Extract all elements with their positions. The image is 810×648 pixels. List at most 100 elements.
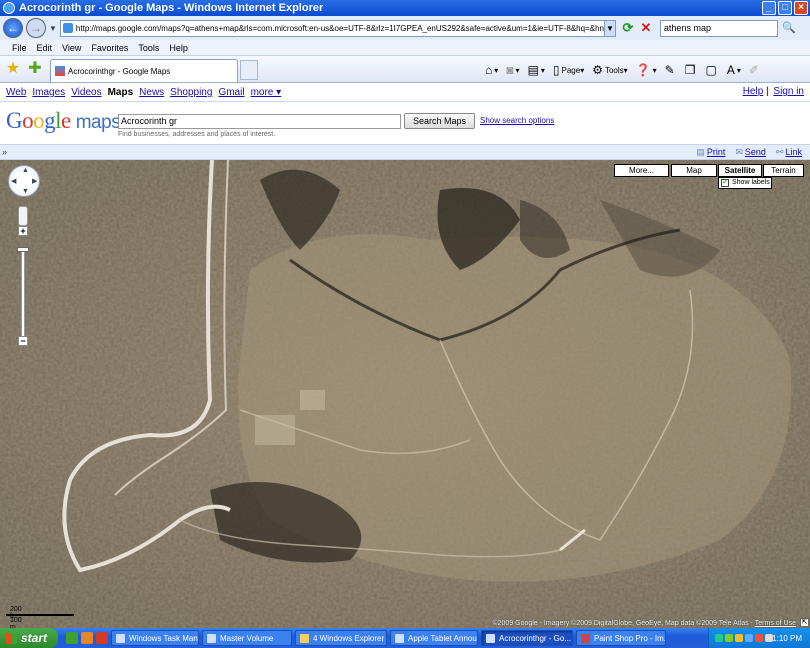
maps-search-input[interactable]: Acrocorinth gr (118, 114, 401, 129)
tab-google-maps[interactable]: Acrocorinthgr - Google Maps (50, 59, 238, 82)
print-button[interactable]: ▤ ▾ (526, 61, 547, 79)
tray-icon-1[interactable] (715, 634, 723, 642)
search-icon[interactable]: 🔍 (781, 20, 797, 36)
tray-icon-5[interactable] (755, 634, 763, 642)
menu-bar: File Edit View Favorites Tools Help (0, 40, 810, 56)
task-master-volume[interactable]: Master Volume (202, 630, 292, 646)
tab-title: Acrocorinthgr - Google Maps (68, 66, 171, 76)
address-toolbar: ← → ▼ http://maps.google.com/maps?q=athe… (0, 16, 810, 40)
tools-menu-label: Tools (604, 65, 624, 75)
address-input[interactable]: http://maps.google.com/maps?q=athens+map… (59, 19, 605, 37)
nav-videos[interactable]: Videos (71, 87, 101, 98)
search-maps-button[interactable]: Search Maps (404, 113, 475, 129)
quicklaunch-icon-1[interactable] (66, 632, 78, 644)
print-link[interactable]: ▤ Print (696, 147, 725, 158)
history-dropdown-icon[interactable]: ▼ (49, 24, 57, 33)
page-menu-button[interactable]: ▯ Page ▾ (551, 61, 586, 79)
printer-icon: ▤ (527, 63, 539, 77)
menu-favorites[interactable]: Favorites (91, 43, 128, 53)
close-button[interactable]: × (794, 1, 808, 15)
maptype-map-button[interactable]: Map (671, 164, 717, 177)
clock[interactable]: 1:10 PM (772, 634, 802, 643)
forward-button[interactable]: → (26, 18, 46, 38)
task-windows-explorer[interactable]: 4 Windows Explorer (295, 630, 387, 646)
tray-icon-2[interactable] (725, 634, 733, 642)
ie-task-icon-active (486, 633, 495, 643)
quicklaunch-icon-3[interactable] (96, 632, 108, 644)
task-label-6: Paint Shop Pro - Im... (594, 633, 666, 643)
translate-button[interactable]: A ▾ (725, 61, 743, 79)
zoom-slider-track[interactable] (21, 249, 25, 344)
task-paint-shop-pro[interactable]: Paint Shop Pro - Im... (576, 630, 666, 646)
nav-gmail[interactable]: Gmail (218, 87, 244, 98)
nav-shopping[interactable]: Shopping (170, 87, 212, 98)
tray-icon-4[interactable] (745, 634, 753, 642)
menu-help[interactable]: Help (169, 43, 188, 53)
send-link[interactable]: ✉ Send (735, 147, 766, 158)
show-labels-checkbox[interactable]: ✓ Show labels (718, 177, 772, 189)
menu-tools[interactable]: Tools (138, 43, 159, 53)
pan-down-icon[interactable]: ▼ (22, 188, 29, 195)
google-maps-logo[interactable]: Google maps (6, 108, 121, 134)
task-label-5: Acrocorinthgr - Go... (499, 633, 572, 643)
signin-link[interactable]: Sign in (773, 86, 804, 97)
pan-up-icon[interactable]: ▲ (22, 167, 29, 174)
help-link[interactable]: Help (743, 86, 764, 97)
home-button[interactable]: ⌂ ▾ (483, 61, 500, 79)
minimize-button[interactable]: _ (762, 1, 776, 15)
help-button[interactable]: ❓ ▾ (634, 61, 659, 79)
task-label-4: Apple Tablet Annou... (408, 633, 478, 643)
zoom-out-button[interactable]: − (18, 336, 28, 346)
satellite-map[interactable]: ▲ ▼ ◀ ▶ + − More... Map Satellite Terrai… (0, 160, 810, 628)
maximize-button[interactable]: □ (778, 1, 792, 15)
street-view-pegman-icon[interactable] (18, 206, 28, 226)
nav-news[interactable]: News (139, 87, 164, 98)
quicklaunch-icon-2[interactable] (81, 632, 93, 644)
chain-icon: ⚯ (775, 147, 784, 157)
tray-icon-3[interactable] (735, 634, 743, 642)
note-button[interactable]: ▢ (703, 61, 720, 79)
nav-web[interactable]: Web (6, 87, 26, 98)
task-google-maps[interactable]: Acrocorinthgr - Go... (481, 630, 573, 646)
feeds-button[interactable]: ◙ ▾ (504, 61, 521, 79)
terms-of-use-link[interactable]: Terms of Use (755, 620, 796, 627)
map-attribution: ©2009 Google - Imagery ©2009 DigitalGlob… (492, 620, 796, 627)
zoom-in-button[interactable]: + (18, 226, 28, 236)
copy-button[interactable]: ❐ (683, 61, 700, 79)
add-favorite-icon[interactable]: ✚ (26, 60, 44, 78)
stop-icon[interactable]: ✕ (638, 20, 654, 36)
window-title-bar[interactable]: Acrocorinth gr - Google Maps - Windows I… (0, 0, 810, 16)
back-button[interactable]: ← (3, 18, 23, 38)
menu-file[interactable]: File (12, 43, 27, 53)
research-button[interactable]: ✎ (663, 61, 679, 79)
task-task-manager[interactable]: Windows Task Man... (111, 630, 199, 646)
refresh-icon[interactable]: ⟳ (620, 20, 636, 36)
collapse-panel-icon[interactable]: » (2, 147, 7, 157)
link-link[interactable]: ⚯ Link (776, 147, 802, 158)
draw-button[interactable]: ✐ (747, 61, 763, 79)
new-tab-button[interactable] (240, 60, 258, 80)
task-apple-tablet[interactable]: Apple Tablet Annou... (390, 630, 478, 646)
maptype-satellite-button[interactable]: Satellite (718, 164, 762, 177)
show-labels-label: Show labels (732, 179, 770, 186)
maptype-more-button[interactable]: More... (614, 164, 669, 177)
pan-right-icon[interactable]: ▶ (32, 177, 37, 185)
pan-left-icon[interactable]: ◀ (11, 177, 16, 185)
overview-toggle-icon[interactable]: ⇱ (800, 618, 809, 627)
pan-control[interactable]: ▲ ▼ ◀ ▶ (8, 165, 40, 197)
address-dropdown-icon[interactable]: ▼ (603, 19, 616, 37)
start-button[interactable]: start (0, 628, 58, 648)
menu-view[interactable]: View (62, 43, 81, 53)
tools-menu-button[interactable]: ⚙ Tools ▾ (590, 61, 629, 79)
maptype-terrain-button[interactable]: Terrain (763, 164, 804, 177)
nav-more[interactable]: more ▾ (251, 87, 282, 98)
favorites-star-icon[interactable]: ★ (4, 60, 22, 78)
browser-search-input[interactable]: athens map (659, 19, 778, 37)
search-hint: Find businesses, addresses and places of… (118, 131, 276, 138)
windows-flag-icon (6, 632, 17, 644)
note-icon: ▢ (705, 63, 717, 77)
zoom-slider-thumb[interactable] (17, 247, 29, 252)
show-search-options-link[interactable]: Show search options (480, 116, 554, 125)
menu-edit[interactable]: Edit (37, 43, 53, 53)
nav-images[interactable]: Images (32, 87, 65, 98)
